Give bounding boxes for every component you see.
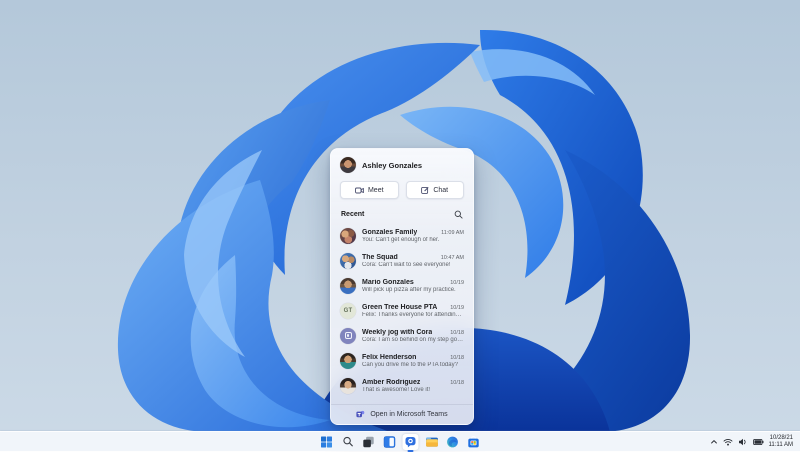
search-button[interactable] xyxy=(340,434,356,450)
start-button[interactable] xyxy=(319,434,335,450)
contact-avatar-initials: GT xyxy=(340,302,356,319)
compose-icon xyxy=(421,186,429,194)
contact-avatar xyxy=(340,252,356,269)
clock[interactable]: 10/28/21 11:11 AM xyxy=(769,435,793,449)
user-avatar[interactable] xyxy=(340,157,356,173)
timestamp: 10:47 AM xyxy=(440,254,464,261)
store-icon xyxy=(468,435,479,447)
timestamp: 10/18 xyxy=(450,329,464,336)
actions-row: Meet Chat xyxy=(331,178,473,199)
meet-button[interactable]: Meet xyxy=(340,181,399,199)
timestamp: 11:09 AM xyxy=(441,229,464,236)
chat-list: Gonzales Family 11:09 AM You: Can't get … xyxy=(331,223,473,404)
recent-row: Recent xyxy=(331,199,473,223)
message-preview: Cora: Can't wait to see everyone! xyxy=(362,261,451,268)
chat-list-item[interactable]: The Squad 10:47 AM Cora: Can't wait to s… xyxy=(331,248,473,273)
chat-button[interactable]: Chat xyxy=(405,181,464,199)
chat-list-item[interactable]: Gonzales Family 11:09 AM You: Can't get … xyxy=(331,223,473,248)
avatar-initials: GT xyxy=(343,307,353,314)
wifi-icon[interactable] xyxy=(723,438,733,446)
message-preview: Will pick up pizza after my practice. xyxy=(362,286,456,293)
widgets-icon xyxy=(383,435,396,448)
message-preview: Felix: Thanks everyone for attending tod… xyxy=(362,311,464,318)
windows-logo-icon xyxy=(321,436,332,447)
message-preview: Cora: I am so behind on my step goals. xyxy=(362,336,464,343)
chat-list-item[interactable]: GT Green Tree House PTA 10/19 Felix: Tha… xyxy=(331,298,473,323)
panel-header: Ashley Gonzales xyxy=(331,149,473,178)
widgets-button[interactable] xyxy=(382,434,398,450)
microsoft-store-button[interactable] xyxy=(466,434,482,450)
contact-name: Felix Henderson xyxy=(362,353,417,361)
user-name: Ashley Gonzales xyxy=(362,160,423,170)
video-camera-icon xyxy=(355,187,364,193)
file-explorer-button[interactable] xyxy=(424,434,440,450)
contact-name: Weekly jog with Cora xyxy=(362,328,433,336)
chat-list-item[interactable]: Felix Henderson 10/18 Can you drive me t… xyxy=(331,348,473,373)
timestamp: 10/18 xyxy=(450,354,464,361)
open-in-teams-button[interactable]: Open in Microsoft Teams xyxy=(331,404,473,424)
contact-name: The Squad xyxy=(362,253,398,261)
contact-avatar xyxy=(340,352,356,369)
chat-list-item[interactable]: Amber Rodriguez 10/18 That is awesome! L… xyxy=(331,373,473,398)
taskbar-center-icons xyxy=(319,432,482,451)
search-icon[interactable] xyxy=(454,210,463,219)
recent-label: Recent xyxy=(341,211,365,218)
contact-avatar xyxy=(340,377,356,394)
edge-icon xyxy=(447,436,458,447)
message-preview: You: Can't get enough of her. xyxy=(362,236,440,243)
task-view-button[interactable] xyxy=(361,434,377,450)
teams-chat-flyout: Ashley Gonzales Meet Chat Recent Gonzale… xyxy=(330,148,474,425)
chat-list-item[interactable]: Weekly jog with Cora 10/18 Cora: I am so… xyxy=(331,323,473,348)
contact-avatar-app xyxy=(340,327,356,344)
battery-icon[interactable] xyxy=(752,438,764,446)
clock-date: 10/28/21 xyxy=(769,434,793,441)
file-explorer-icon xyxy=(425,436,438,447)
taskbar: 10/28/21 11:11 AM xyxy=(0,431,800,451)
contact-name: Amber Rodriguez xyxy=(362,378,421,386)
message-preview: That is awesome! Love it! xyxy=(362,386,431,393)
contact-name: Gonzales Family xyxy=(362,228,418,236)
contact-name: Mario Gonzales xyxy=(362,278,414,286)
teams-icon xyxy=(356,410,365,418)
chat-bubble-icon xyxy=(405,436,416,447)
chat-button-taskbar[interactable] xyxy=(402,433,419,450)
chevron-up-icon[interactable] xyxy=(710,438,718,446)
task-view-icon xyxy=(363,436,374,447)
contact-avatar xyxy=(340,277,356,294)
system-tray: 10/28/21 11:11 AM xyxy=(703,432,800,451)
contact-avatar xyxy=(340,227,356,244)
volume-icon[interactable] xyxy=(738,438,748,446)
chat-list-item[interactable]: Mario Gonzales 10/19 Will pick up pizza … xyxy=(331,273,473,298)
open-in-teams-label: Open in Microsoft Teams xyxy=(370,411,448,418)
edge-browser-button[interactable] xyxy=(445,434,461,450)
timestamp: 10/18 xyxy=(450,379,464,386)
search-icon xyxy=(342,436,353,447)
message-preview: Can you drive me to the PTA today? xyxy=(362,361,458,368)
meet-label: Meet xyxy=(367,186,384,194)
app-avatar-icon xyxy=(344,332,352,339)
chat-label: Chat xyxy=(433,186,449,194)
timestamp: 10/19 xyxy=(450,279,464,286)
contact-name: Green Tree House PTA xyxy=(362,303,438,311)
clock-time: 11:11 AM xyxy=(768,441,793,448)
timestamp: 10/19 xyxy=(450,304,464,311)
